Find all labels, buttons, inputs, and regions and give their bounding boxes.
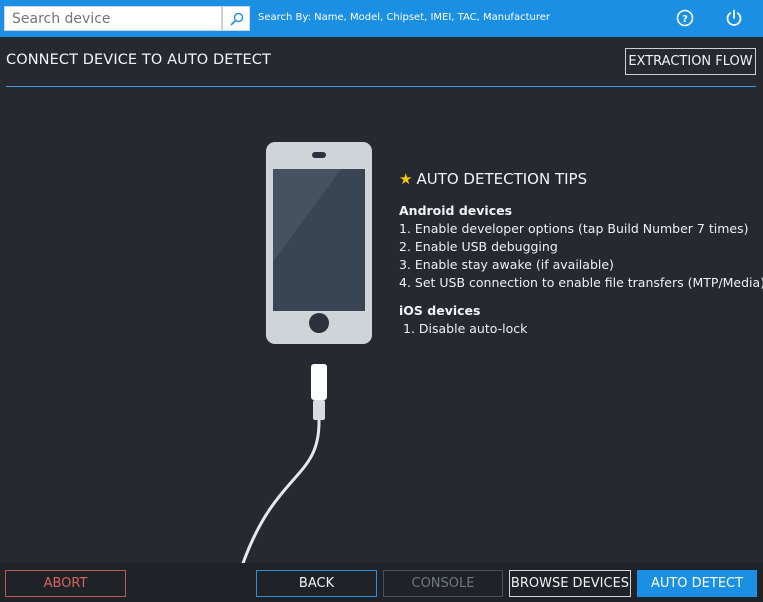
extraction-flow-button[interactable]: EXTRACTION FLOW bbox=[625, 48, 756, 75]
console-button[interactable]: CONSOLE bbox=[383, 570, 503, 597]
help-circle-icon: ? bbox=[676, 9, 694, 27]
ios-tip: 1. Disable auto-lock bbox=[403, 321, 528, 336]
auto-detect-button[interactable]: AUTO DETECT bbox=[637, 570, 757, 597]
android-tip: 1. Enable developer options (tap Build N… bbox=[399, 221, 749, 236]
usb-cable-icon bbox=[240, 364, 327, 566]
search-hint: Search By: Name, Model, Chipset, IMEI, T… bbox=[258, 12, 550, 23]
abort-button[interactable]: ABORT bbox=[5, 570, 126, 597]
auto-detection-tips: ★ AUTO DETECTION TIPS Android devices 1.… bbox=[399, 170, 763, 336]
search-button[interactable] bbox=[222, 6, 250, 31]
browse-devices-button[interactable]: BROWSE DEVICES bbox=[509, 570, 631, 597]
search-icon bbox=[230, 12, 244, 26]
header-divider bbox=[6, 86, 756, 87]
ios-heading: iOS devices bbox=[399, 303, 481, 318]
star-icon: ★ bbox=[399, 170, 413, 188]
search-input[interactable] bbox=[4, 6, 222, 31]
page-title: CONNECT DEVICE TO AUTO DETECT bbox=[6, 52, 271, 68]
android-tip: 2. Enable USB debugging bbox=[399, 239, 558, 254]
tips-title-label: AUTO DETECTION TIPS bbox=[416, 170, 588, 188]
help-button[interactable]: ? bbox=[675, 8, 695, 28]
phone-illustration-icon bbox=[266, 142, 372, 344]
tips-title: ★ AUTO DETECTION TIPS bbox=[399, 170, 759, 188]
android-tip: 4. Set USB connection to enable file tra… bbox=[399, 275, 763, 290]
svg-text:?: ? bbox=[682, 14, 688, 25]
android-heading: Android devices bbox=[399, 203, 513, 218]
android-tip: 3. Enable stay awake (if available) bbox=[399, 257, 614, 272]
power-button[interactable] bbox=[724, 8, 744, 28]
back-button[interactable]: BACK bbox=[256, 570, 377, 597]
power-icon bbox=[726, 9, 742, 26]
